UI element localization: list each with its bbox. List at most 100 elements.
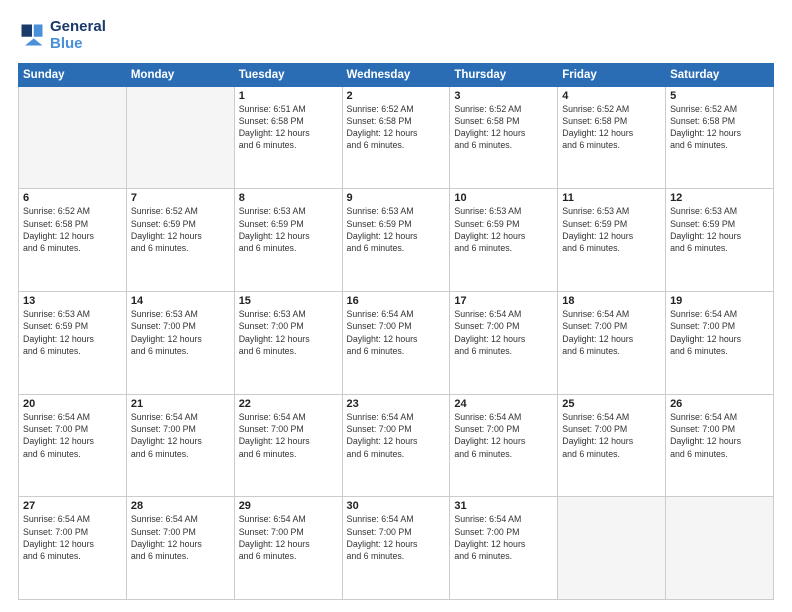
calendar-cell: 26Sunrise: 6:54 AM Sunset: 7:00 PM Dayli…: [666, 394, 774, 497]
logo-line1: General: [50, 18, 106, 35]
calendar-cell: [19, 86, 127, 189]
day-number: 16: [347, 295, 446, 307]
calendar-cell: [126, 86, 234, 189]
day-info: Sunrise: 6:52 AM Sunset: 6:58 PM Dayligh…: [562, 103, 661, 152]
weekday-header: Sunday: [19, 63, 127, 86]
calendar-cell: 22Sunrise: 6:54 AM Sunset: 7:00 PM Dayli…: [234, 394, 342, 497]
day-info: Sunrise: 6:54 AM Sunset: 7:00 PM Dayligh…: [562, 411, 661, 460]
day-info: Sunrise: 6:54 AM Sunset: 7:00 PM Dayligh…: [239, 411, 338, 460]
day-number: 7: [131, 192, 230, 204]
day-info: Sunrise: 6:53 AM Sunset: 7:00 PM Dayligh…: [239, 308, 338, 357]
day-info: Sunrise: 6:52 AM Sunset: 6:58 PM Dayligh…: [347, 103, 446, 152]
day-info: Sunrise: 6:54 AM Sunset: 7:00 PM Dayligh…: [347, 411, 446, 460]
day-info: Sunrise: 6:53 AM Sunset: 6:59 PM Dayligh…: [23, 308, 122, 357]
calendar-cell: 14Sunrise: 6:53 AM Sunset: 7:00 PM Dayli…: [126, 291, 234, 394]
day-info: Sunrise: 6:54 AM Sunset: 7:00 PM Dayligh…: [670, 308, 769, 357]
calendar-cell: 6Sunrise: 6:52 AM Sunset: 6:58 PM Daylig…: [19, 189, 127, 292]
calendar-cell: [558, 497, 666, 600]
calendar-cell: 30Sunrise: 6:54 AM Sunset: 7:00 PM Dayli…: [342, 497, 450, 600]
day-number: 14: [131, 295, 230, 307]
calendar-cell: 23Sunrise: 6:54 AM Sunset: 7:00 PM Dayli…: [342, 394, 450, 497]
day-number: 5: [670, 90, 769, 102]
calendar-cell: 17Sunrise: 6:54 AM Sunset: 7:00 PM Dayli…: [450, 291, 558, 394]
calendar-cell: 10Sunrise: 6:53 AM Sunset: 6:59 PM Dayli…: [450, 189, 558, 292]
calendar-cell: 5Sunrise: 6:52 AM Sunset: 6:58 PM Daylig…: [666, 86, 774, 189]
logo-text: General Blue: [50, 18, 106, 53]
calendar-cell: 12Sunrise: 6:53 AM Sunset: 6:59 PM Dayli…: [666, 189, 774, 292]
day-info: Sunrise: 6:52 AM Sunset: 6:58 PM Dayligh…: [23, 205, 122, 254]
day-number: 28: [131, 500, 230, 512]
day-info: Sunrise: 6:53 AM Sunset: 6:59 PM Dayligh…: [454, 205, 553, 254]
day-number: 20: [23, 398, 122, 410]
day-number: 3: [454, 90, 553, 102]
day-info: Sunrise: 6:53 AM Sunset: 6:59 PM Dayligh…: [670, 205, 769, 254]
day-info: Sunrise: 6:54 AM Sunset: 7:00 PM Dayligh…: [347, 308, 446, 357]
day-number: 17: [454, 295, 553, 307]
day-info: Sunrise: 6:54 AM Sunset: 7:00 PM Dayligh…: [454, 411, 553, 460]
calendar-cell: 7Sunrise: 6:52 AM Sunset: 6:59 PM Daylig…: [126, 189, 234, 292]
day-number: 29: [239, 500, 338, 512]
weekday-header: Thursday: [450, 63, 558, 86]
day-number: 27: [23, 500, 122, 512]
day-info: Sunrise: 6:54 AM Sunset: 7:00 PM Dayligh…: [454, 513, 553, 562]
calendar-cell: 16Sunrise: 6:54 AM Sunset: 7:00 PM Dayli…: [342, 291, 450, 394]
calendar-cell: 11Sunrise: 6:53 AM Sunset: 6:59 PM Dayli…: [558, 189, 666, 292]
weekday-header: Friday: [558, 63, 666, 86]
day-number: 30: [347, 500, 446, 512]
day-info: Sunrise: 6:54 AM Sunset: 7:00 PM Dayligh…: [131, 411, 230, 460]
day-number: 2: [347, 90, 446, 102]
calendar-cell: 20Sunrise: 6:54 AM Sunset: 7:00 PM Dayli…: [19, 394, 127, 497]
page: General Blue SundayMondayTuesdayWednesda…: [0, 0, 792, 612]
day-number: 19: [670, 295, 769, 307]
day-number: 26: [670, 398, 769, 410]
weekday-header: Wednesday: [342, 63, 450, 86]
day-number: 21: [131, 398, 230, 410]
day-info: Sunrise: 6:54 AM Sunset: 7:00 PM Dayligh…: [562, 308, 661, 357]
day-info: Sunrise: 6:52 AM Sunset: 6:58 PM Dayligh…: [454, 103, 553, 152]
day-info: Sunrise: 6:53 AM Sunset: 6:59 PM Dayligh…: [239, 205, 338, 254]
day-number: 11: [562, 192, 661, 204]
logo-line2: Blue: [50, 35, 83, 52]
calendar-cell: 9Sunrise: 6:53 AM Sunset: 6:59 PM Daylig…: [342, 189, 450, 292]
day-number: 9: [347, 192, 446, 204]
calendar-cell: 3Sunrise: 6:52 AM Sunset: 6:58 PM Daylig…: [450, 86, 558, 189]
day-info: Sunrise: 6:53 AM Sunset: 6:59 PM Dayligh…: [347, 205, 446, 254]
day-number: 12: [670, 192, 769, 204]
calendar-cell: [666, 497, 774, 600]
day-info: Sunrise: 6:54 AM Sunset: 7:00 PM Dayligh…: [347, 513, 446, 562]
calendar-cell: 1Sunrise: 6:51 AM Sunset: 6:58 PM Daylig…: [234, 86, 342, 189]
calendar-cell: 8Sunrise: 6:53 AM Sunset: 6:59 PM Daylig…: [234, 189, 342, 292]
day-number: 18: [562, 295, 661, 307]
day-info: Sunrise: 6:52 AM Sunset: 6:59 PM Dayligh…: [131, 205, 230, 254]
calendar-cell: 24Sunrise: 6:54 AM Sunset: 7:00 PM Dayli…: [450, 394, 558, 497]
day-info: Sunrise: 6:54 AM Sunset: 7:00 PM Dayligh…: [23, 411, 122, 460]
calendar-cell: 27Sunrise: 6:54 AM Sunset: 7:00 PM Dayli…: [19, 497, 127, 600]
day-info: Sunrise: 6:54 AM Sunset: 7:00 PM Dayligh…: [131, 513, 230, 562]
day-info: Sunrise: 6:53 AM Sunset: 7:00 PM Dayligh…: [131, 308, 230, 357]
header: General Blue: [18, 18, 774, 53]
calendar-cell: 25Sunrise: 6:54 AM Sunset: 7:00 PM Dayli…: [558, 394, 666, 497]
day-info: Sunrise: 6:54 AM Sunset: 7:00 PM Dayligh…: [454, 308, 553, 357]
day-number: 15: [239, 295, 338, 307]
calendar-cell: 28Sunrise: 6:54 AM Sunset: 7:00 PM Dayli…: [126, 497, 234, 600]
calendar-cell: 19Sunrise: 6:54 AM Sunset: 7:00 PM Dayli…: [666, 291, 774, 394]
day-number: 31: [454, 500, 553, 512]
calendar-cell: 18Sunrise: 6:54 AM Sunset: 7:00 PM Dayli…: [558, 291, 666, 394]
day-number: 22: [239, 398, 338, 410]
day-info: Sunrise: 6:54 AM Sunset: 7:00 PM Dayligh…: [670, 411, 769, 460]
weekday-header: Saturday: [666, 63, 774, 86]
day-number: 25: [562, 398, 661, 410]
calendar-table: SundayMondayTuesdayWednesdayThursdayFrid…: [18, 63, 774, 601]
day-number: 8: [239, 192, 338, 204]
day-number: 23: [347, 398, 446, 410]
calendar-cell: 31Sunrise: 6:54 AM Sunset: 7:00 PM Dayli…: [450, 497, 558, 600]
calendar-cell: 21Sunrise: 6:54 AM Sunset: 7:00 PM Dayli…: [126, 394, 234, 497]
weekday-header: Tuesday: [234, 63, 342, 86]
day-info: Sunrise: 6:52 AM Sunset: 6:58 PM Dayligh…: [670, 103, 769, 152]
day-number: 24: [454, 398, 553, 410]
weekday-header: Monday: [126, 63, 234, 86]
logo: General Blue: [18, 18, 106, 53]
day-number: 6: [23, 192, 122, 204]
calendar-cell: 29Sunrise: 6:54 AM Sunset: 7:00 PM Dayli…: [234, 497, 342, 600]
day-info: Sunrise: 6:51 AM Sunset: 6:58 PM Dayligh…: [239, 103, 338, 152]
